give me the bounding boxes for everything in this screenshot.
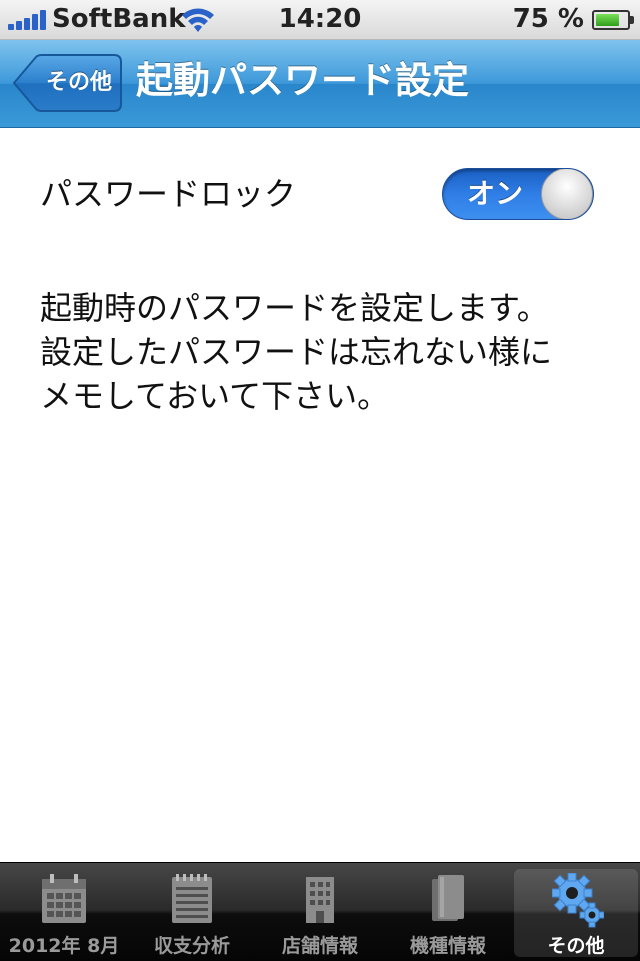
tab-bar: 2012年 8月 収支分析 店舗情報 機種情報 その他	[0, 862, 640, 961]
tab-stores[interactable]: 店舗情報	[258, 869, 382, 957]
tab-analysis[interactable]: 収支分析	[130, 869, 254, 957]
gear-icon	[552, 873, 604, 928]
battery-icon	[592, 10, 634, 30]
battery-fill	[596, 14, 619, 26]
tab-other[interactable]: その他	[514, 869, 638, 957]
tab-label: 店舗情報	[281, 935, 358, 957]
description-text: 起動時のパスワードを設定します。 設定したパスワードは忘れない様に メモしておい…	[40, 286, 610, 418]
back-button[interactable]: その他	[12, 54, 122, 112]
battery-percent: 75 %	[512, 4, 584, 34]
status-bar: SoftBank 14:20 75 %	[0, 0, 640, 40]
tab-label: その他	[547, 935, 605, 957]
navigation-bar: その他 起動パスワード設定	[0, 40, 640, 128]
tab-label: 収支分析	[153, 935, 230, 957]
toggle-knob	[541, 169, 593, 219]
page-title: 起動パスワード設定	[136, 59, 469, 102]
notepad-icon	[172, 874, 212, 923]
tab-label: 2012年 8月	[8, 935, 120, 957]
calendar-icon	[42, 874, 86, 923]
tab-models[interactable]: 機種情報	[386, 869, 510, 957]
password-lock-toggle[interactable]: オン	[442, 168, 594, 220]
back-button-label: その他	[45, 70, 112, 95]
toggle-state-label: オン	[466, 177, 523, 210]
tab-label: 機種情報	[409, 935, 486, 957]
password-lock-label: パスワードロック	[40, 175, 297, 213]
description-line: 設定したパスワードは忘れない様に	[40, 333, 553, 371]
description-line: メモしておいて下さい。	[40, 377, 390, 415]
building-icon	[306, 877, 334, 923]
description-line: 起動時のパスワードを設定します。	[40, 289, 549, 327]
books-icon	[432, 875, 464, 921]
tab-calendar[interactable]: 2012年 8月	[2, 869, 126, 957]
